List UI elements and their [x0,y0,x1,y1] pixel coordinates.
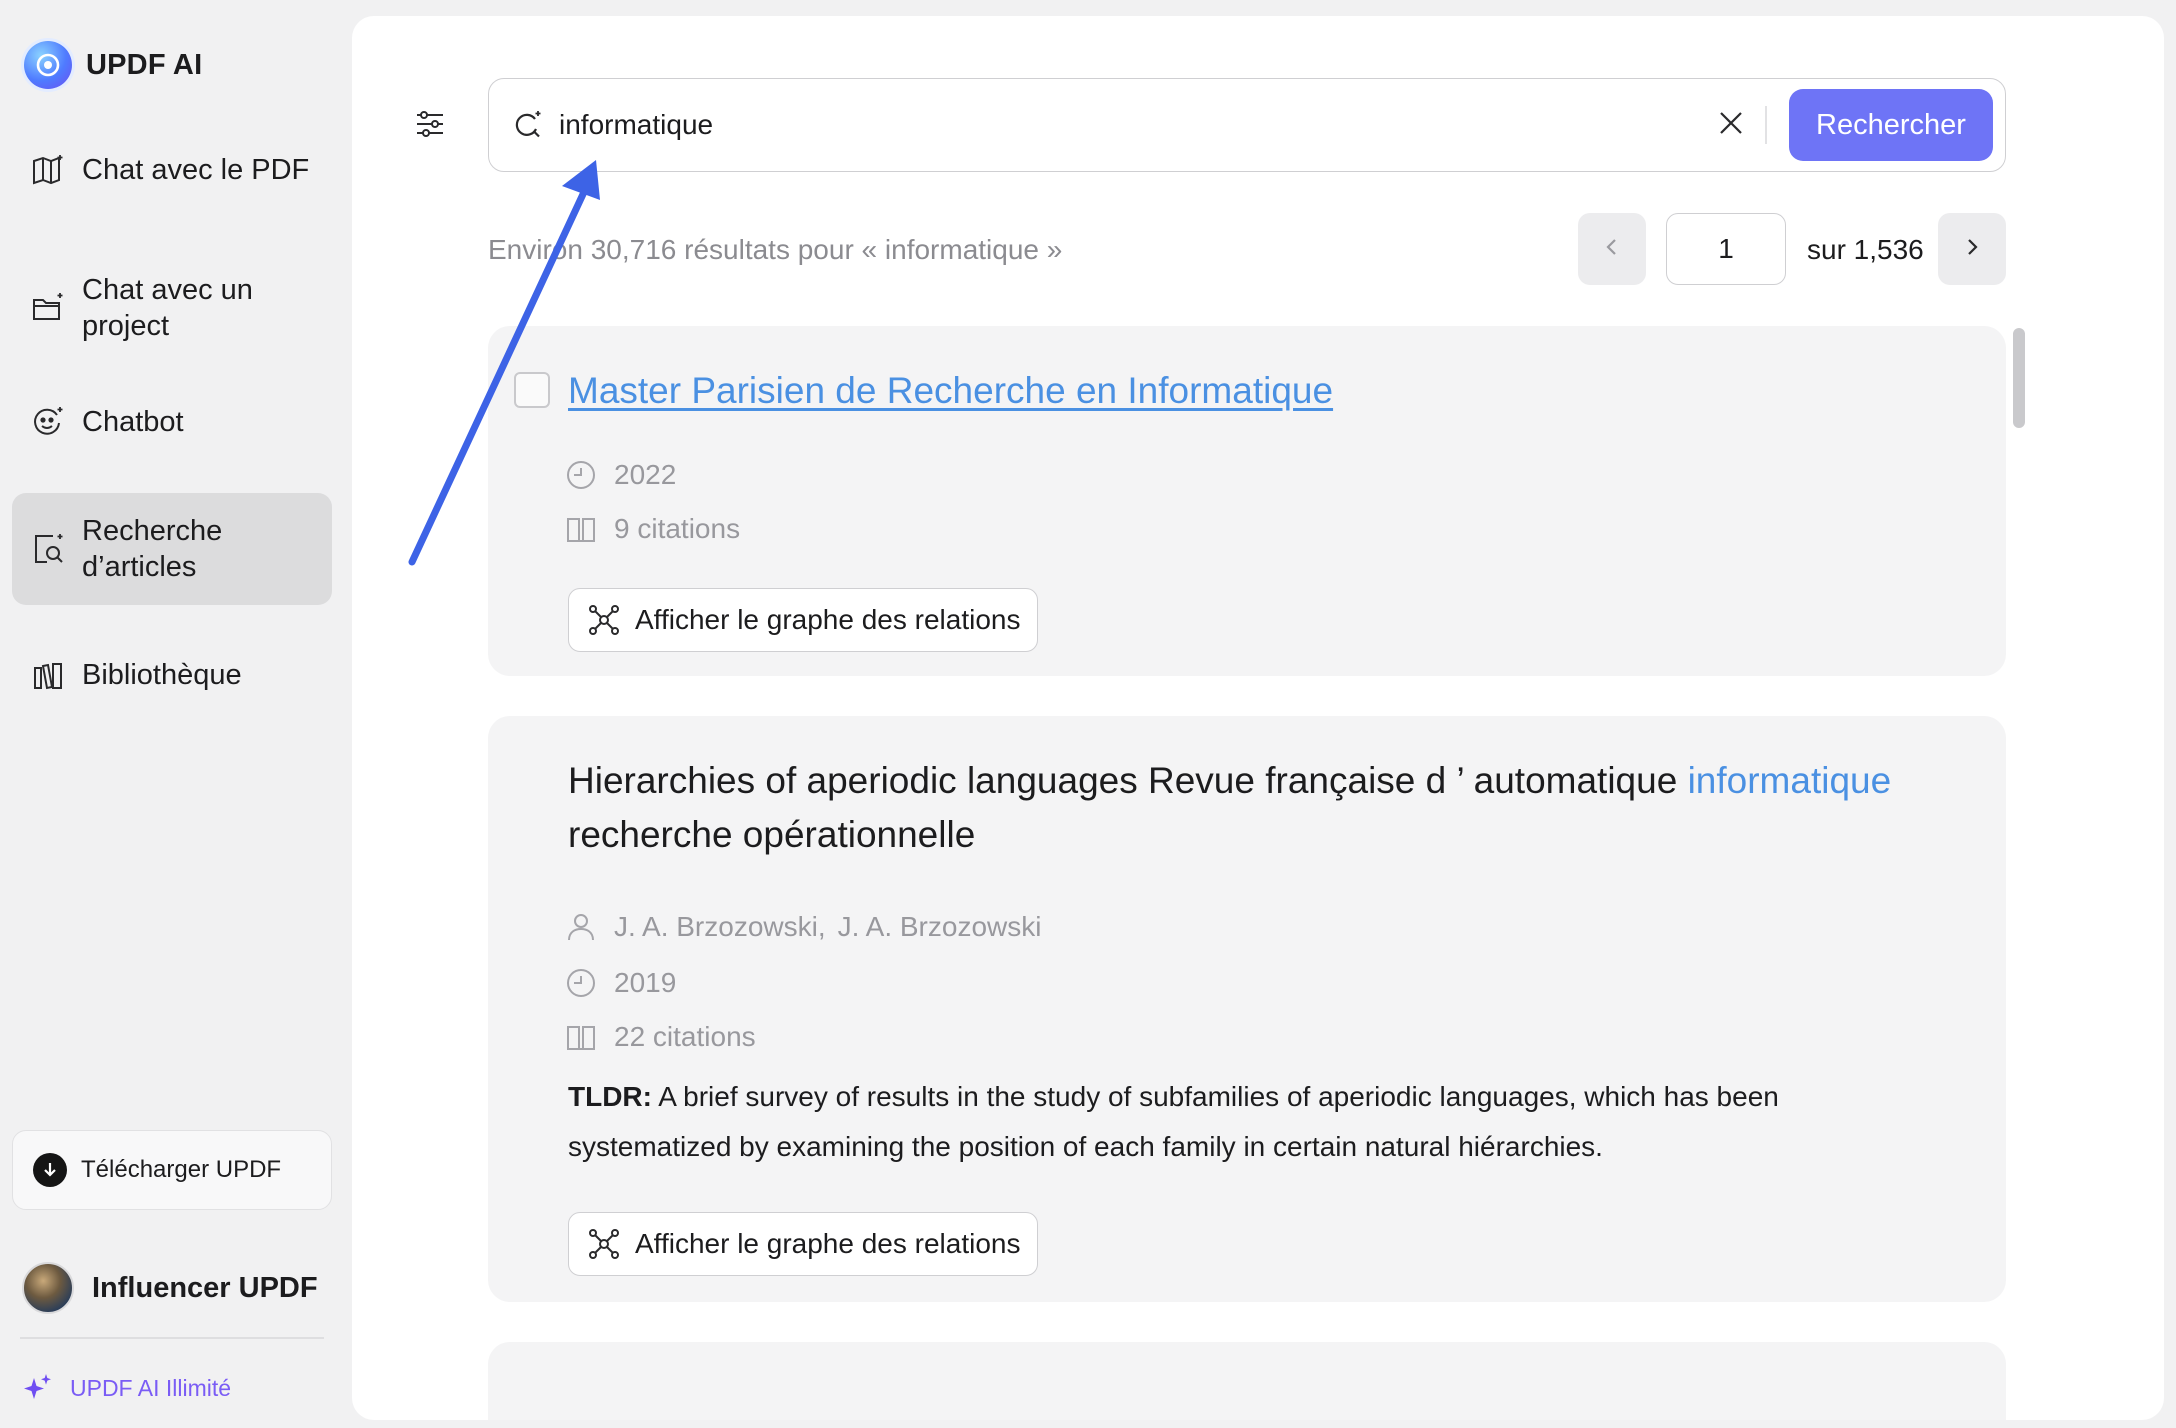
search-button[interactable]: Rechercher [1789,89,1993,161]
user-profile[interactable]: Influencer UPDF [22,1262,318,1314]
person-icon [564,910,598,944]
result-authors: J. A. Brzozowski, J. A. Brzozowski [564,910,1041,944]
graph-network-icon [587,1227,621,1261]
brand[interactable]: UPDF AI [24,40,202,90]
sidebar: UPDF AI Chat avec le PDF Chat avec un pr… [0,0,350,1428]
result-title-link[interactable]: Master Parisien de Recherche en Informat… [568,370,1333,412]
sidebar-item-article-search[interactable]: Recherche d’articles [12,493,332,605]
sidebar-item-chat-project[interactable]: Chat avec un project [12,255,332,360]
updf-ai-logo-icon [24,41,72,89]
sidebar-item-label: Chat avec le PDF [82,154,310,186]
graph-network-icon [587,603,621,637]
ai-search-icon [511,108,545,142]
sparkle-icon [22,1372,54,1404]
page-number-input[interactable] [1666,213,1786,285]
open-book-icon [564,1020,598,1054]
filter-button[interactable] [408,104,452,148]
search-input[interactable] [559,100,1711,150]
result-title[interactable]: Hierarchies of aperiodic languages Revue… [568,754,1968,862]
results-scrollbar[interactable] [2013,328,2025,428]
result-card: Master Parisien de Recherche en Informat… [488,326,2006,676]
sidebar-item-library[interactable]: Bibliothèque [12,645,332,705]
folder-sparkle-icon [30,290,66,326]
tldr-text: A brief survey of results in the study o… [568,1081,1779,1162]
results-count: Environ 30,716 résultats pour « informat… [488,234,1063,265]
library-icon [30,657,66,693]
open-book-icon [564,512,598,546]
chevron-right-icon [1961,236,1983,263]
sidebar-divider [20,1337,324,1339]
avatar [22,1262,74,1314]
book-sparkle-icon [30,152,66,188]
result-tldr: TLDR: A brief survey of results in the s… [568,1072,1948,1172]
clear-search-button[interactable] [1711,105,1751,145]
chatbot-face-icon [30,404,66,440]
premium-link[interactable]: UPDF AI Illimité [22,1372,231,1404]
user-name: Influencer UPDF [92,1271,318,1304]
result-citations: 22 citations [564,1020,756,1054]
clock-icon [564,966,598,1000]
result-year: 2022 [564,458,676,492]
select-result-checkbox[interactable] [514,372,550,408]
result-year: 2019 [564,966,676,1000]
download-updf-button[interactable]: Télécharger UPDF [12,1130,332,1210]
result-card: Hierarchies of aperiodic languages Revue… [488,716,2006,1302]
show-relations-graph-button[interactable]: Afficher le graphe des relations [568,1212,1038,1276]
sidebar-item-chat-pdf[interactable]: Chat avec le PDF [12,140,332,200]
search-bar: Rechercher [488,78,2006,172]
previous-page-button[interactable] [1578,213,1646,285]
author-name[interactable]: J. A. Brzozowski [838,911,1042,943]
main-panel: Rechercher Environ 30,716 résultats pour… [352,16,2164,1420]
next-page-button[interactable] [1938,213,2006,285]
sidebar-item-label: Recherche d’articles [82,515,223,583]
tldr-label: TLDR: [568,1081,652,1112]
app-title: UPDF AI [86,48,203,81]
sliders-icon [414,108,446,145]
chevron-left-icon [1601,236,1623,263]
search-divider [1765,106,1767,144]
sidebar-item-chatbot[interactable]: Chatbot [12,392,332,452]
sidebar-item-label: Bibliothèque [82,659,242,691]
author-name[interactable]: J. A. Brzozowski, [614,911,826,943]
search-term-highlight: informatique [1687,760,1892,801]
premium-label: UPDF AI Illimité [70,1374,232,1401]
page-total: sur 1,536 [1807,234,1924,265]
clock-icon [564,458,598,492]
show-relations-graph-button[interactable]: Afficher le graphe des relations [568,588,1038,652]
download-label: Télécharger UPDF [81,1156,282,1183]
sidebar-item-label: Chatbot [82,406,184,438]
download-icon [33,1153,67,1187]
result-citations: 9 citations [564,512,740,546]
document-search-icon [30,531,66,567]
close-icon [1718,110,1744,141]
sidebar-item-label: Chat avec un project [82,273,253,342]
result-card [488,1342,2006,1420]
